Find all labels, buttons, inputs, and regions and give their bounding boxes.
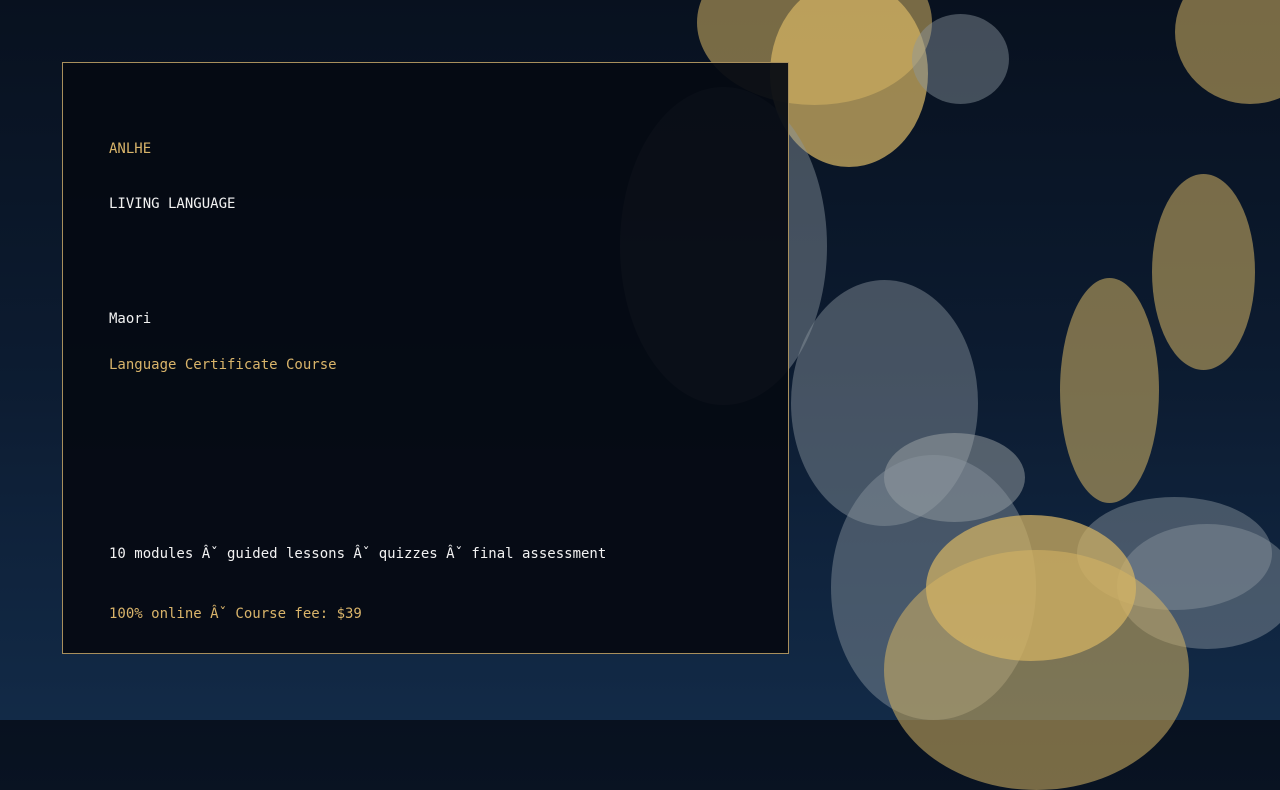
language-name: Maori [109, 311, 152, 327]
bokeh-circle [1175, 0, 1280, 104]
bokeh-circle [884, 550, 1189, 790]
course-card: ANLHE LIVING LANGUAGE Maori Language Cer… [62, 62, 789, 654]
bokeh-circle [1060, 278, 1159, 503]
fee-line: 100% online Âˇ Course fee: $39 [109, 606, 362, 622]
course-title: Language Certificate Course [109, 357, 337, 373]
tagline: LIVING LANGUAGE [109, 196, 236, 212]
bokeh-circle [912, 14, 1009, 104]
brand-name: ANLHE [109, 141, 152, 157]
bokeh-circle [1152, 174, 1255, 370]
features-line: 10 modules Âˇ guided lessons Âˇ quizzes … [109, 546, 607, 562]
